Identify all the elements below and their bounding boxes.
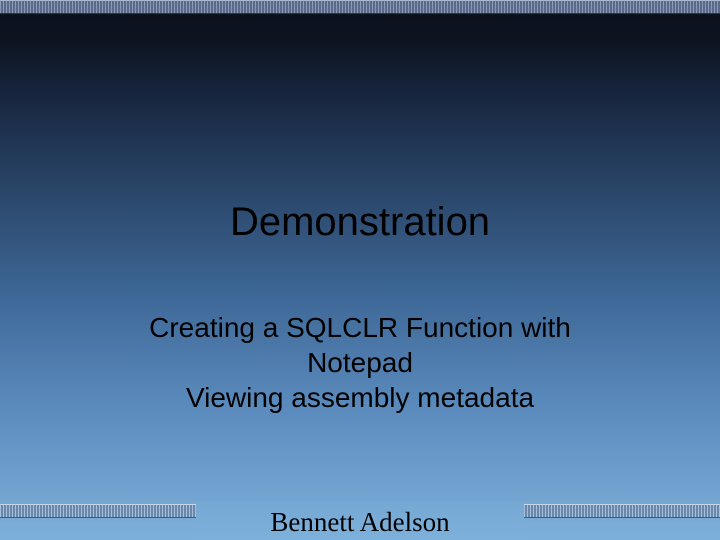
body-line-2: Notepad (80, 345, 640, 380)
slide-body: Creating a SQLCLR Function with Notepad … (80, 310, 640, 415)
body-line-1: Creating a SQLCLR Function with (80, 310, 640, 345)
body-line-3: Viewing assembly metadata (80, 380, 640, 415)
top-decorative-bar (0, 0, 720, 14)
slide: Demonstration Creating a SQLCLR Function… (0, 0, 720, 540)
slide-title: Demonstration (0, 200, 720, 245)
footer-author: Bennett Adelson (0, 507, 720, 538)
